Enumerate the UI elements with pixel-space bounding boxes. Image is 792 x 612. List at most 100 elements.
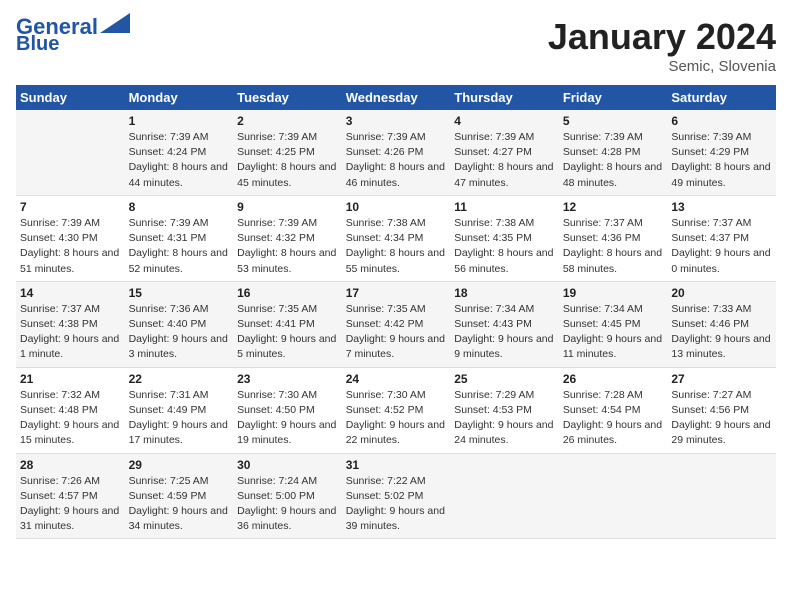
day-number: 31 [346,458,447,472]
day-number: 7 [20,200,121,214]
table-row: 5Sunrise: 7:39 AM Sunset: 4:28 PM Daylig… [559,110,668,195]
calendar-week-row: 7 Sunrise: 7:39 AM Sunset: 4:30 PM Daylig… [16,195,776,281]
day-number: 16 [237,286,338,300]
day-info: Sunrise: 7:34 AM Sunset: 4:43 PM Dayligh… [454,302,555,363]
table-row: 1 Sunrise: 7:39 AM Sunset: 4:24 PM Daylig… [125,110,234,195]
table-row: 28Sunrise: 7:26 AM Sunset: 4:57 PM Dayli… [16,453,125,539]
day-info: Sunrise: 7:39 AM Sunset: 4:32 PM Dayligh… [237,216,338,277]
day-info: Sunrise: 7:34 AM Sunset: 4:45 PM Dayligh… [563,302,664,363]
col-saturday: Saturday [667,85,776,110]
day-info: Sunrise: 7:32 AM Sunset: 4:48 PM Dayligh… [20,388,121,449]
logo-subtext: Blue [16,34,59,54]
table-row: 10Sunrise: 7:38 AM Sunset: 4:34 PM Dayli… [342,195,451,281]
day-number: 28 [20,458,121,472]
day-info: Sunrise: 7:25 AM Sunset: 4:59 PM Dayligh… [129,474,230,535]
table-row: 8 Sunrise: 7:39 AM Sunset: 4:31 PM Daylig… [125,195,234,281]
day-number: 20 [671,286,772,300]
table-row [667,453,776,539]
day-info: Sunrise: 7:37 AM Sunset: 4:38 PM Dayligh… [20,302,121,363]
col-tuesday: Tuesday [233,85,342,110]
day-info: Sunrise: 7:24 AM Sunset: 5:00 PM Dayligh… [237,474,338,535]
table-row: 23 Sunrise: 7:30 AM Sunset: 4:50 PM Dayli… [233,367,342,453]
month-title: January 2024 [548,16,776,58]
calendar-week-row: 14Sunrise: 7:37 AM Sunset: 4:38 PM Dayli… [16,281,776,367]
day-number: 22 [129,372,230,386]
day-info: Sunrise: 7:22 AM Sunset: 5:02 PM Dayligh… [346,474,447,535]
logo: General Blue [16,16,130,54]
day-number: 21 [20,372,121,386]
day-number: 8 [129,200,230,214]
day-number: 18 [454,286,555,300]
day-info: Sunrise: 7:39 AM Sunset: 4:26 PM Dayligh… [346,130,447,191]
day-number: 25 [454,372,555,386]
day-number: 19 [563,286,664,300]
table-row: 31 Sunrise: 7:22 AM Sunset: 5:02 PM Dayli… [342,453,451,539]
day-number: 1 [129,114,230,128]
day-number: 9 [237,200,338,214]
day-number: 23 [237,372,338,386]
table-row: 6 Sunrise: 7:39 AM Sunset: 4:29 PM Daylig… [667,110,776,195]
day-info: Sunrise: 7:31 AM Sunset: 4:49 PM Dayligh… [129,388,230,449]
day-number: 13 [671,200,772,214]
table-row: 19 Sunrise: 7:34 AM Sunset: 4:45 PM Dayli… [559,281,668,367]
day-number: 2 [237,114,338,128]
table-row: 29 Sunrise: 7:25 AM Sunset: 4:59 PM Dayli… [125,453,234,539]
table-row: 18 Sunrise: 7:34 AM Sunset: 4:43 PM Dayli… [450,281,559,367]
day-info: Sunrise: 7:39 AM Sunset: 4:30 PM Dayligh… [20,216,121,277]
day-info: Sunrise: 7:35 AM Sunset: 4:41 PM Dayligh… [237,302,338,363]
day-number: 3 [346,114,447,128]
day-number: 12 [563,200,664,214]
day-info: Sunrise: 7:38 AM Sunset: 4:35 PM Dayligh… [454,216,555,277]
day-number: 30 [237,458,338,472]
table-row [559,453,668,539]
day-info: Sunrise: 7:36 AM Sunset: 4:40 PM Dayligh… [129,302,230,363]
day-info: Sunrise: 7:38 AM Sunset: 4:34 PM Dayligh… [346,216,447,277]
day-info: Sunrise: 7:39 AM Sunset: 4:27 PM Dayligh… [454,130,555,191]
location-subtitle: Semic, Slovenia [548,58,776,75]
day-info: Sunrise: 7:39 AM Sunset: 4:24 PM Dayligh… [129,130,230,191]
day-number: 11 [454,200,555,214]
title-block: January 2024 Semic, Slovenia [548,16,776,75]
day-info: Sunrise: 7:39 AM Sunset: 4:31 PM Dayligh… [129,216,230,277]
day-info: Sunrise: 7:28 AM Sunset: 4:54 PM Dayligh… [563,388,664,449]
day-info: Sunrise: 7:37 AM Sunset: 4:36 PM Dayligh… [563,216,664,277]
day-info: Sunrise: 7:30 AM Sunset: 4:52 PM Dayligh… [346,388,447,449]
table-row: 11 Sunrise: 7:38 AM Sunset: 4:35 PM Dayli… [450,195,559,281]
table-row: 25 Sunrise: 7:29 AM Sunset: 4:53 PM Dayli… [450,367,559,453]
day-info: Sunrise: 7:39 AM Sunset: 4:25 PM Dayligh… [237,130,338,191]
table-row: 20 Sunrise: 7:33 AM Sunset: 4:46 PM Dayli… [667,281,776,367]
day-info: Sunrise: 7:33 AM Sunset: 4:46 PM Dayligh… [671,302,772,363]
col-friday: Friday [559,85,668,110]
table-row: 3 Sunrise: 7:39 AM Sunset: 4:26 PM Daylig… [342,110,451,195]
day-number: 15 [129,286,230,300]
table-row: 22 Sunrise: 7:31 AM Sunset: 4:49 PM Dayli… [125,367,234,453]
day-info: Sunrise: 7:27 AM Sunset: 4:56 PM Dayligh… [671,388,772,449]
day-info: Sunrise: 7:30 AM Sunset: 4:50 PM Dayligh… [237,388,338,449]
header: General Blue January 2024 Semic, Sloveni… [16,16,776,75]
table-row: 2 Sunrise: 7:39 AM Sunset: 4:25 PM Daylig… [233,110,342,195]
table-row [450,453,559,539]
table-row: 24 Sunrise: 7:30 AM Sunset: 4:52 PM Dayli… [342,367,451,453]
day-number: 5 [563,114,664,128]
day-info: Sunrise: 7:35 AM Sunset: 4:42 PM Dayligh… [346,302,447,363]
page: General Blue January 2024 Semic, Sloveni… [0,0,792,612]
day-info: Sunrise: 7:39 AM Sunset: 4:29 PM Dayligh… [671,130,772,191]
table-row: 14Sunrise: 7:37 AM Sunset: 4:38 PM Dayli… [16,281,125,367]
day-info: Sunrise: 7:37 AM Sunset: 4:37 PM Dayligh… [671,216,772,277]
table-row: 7 Sunrise: 7:39 AM Sunset: 4:30 PM Daylig… [16,195,125,281]
col-monday: Monday [125,85,234,110]
day-info: Sunrise: 7:29 AM Sunset: 4:53 PM Dayligh… [454,388,555,449]
table-row: 26Sunrise: 7:28 AM Sunset: 4:54 PM Dayli… [559,367,668,453]
day-number: 24 [346,372,447,386]
calendar-table: Sunday Monday Tuesday Wednesday Thursday… [16,85,776,539]
calendar-week-row: 1 Sunrise: 7:39 AM Sunset: 4:24 PM Daylig… [16,110,776,195]
calendar-week-row: 21 Sunrise: 7:32 AM Sunset: 4:48 PM Dayli… [16,367,776,453]
day-number: 29 [129,458,230,472]
table-row: 4Sunrise: 7:39 AM Sunset: 4:27 PM Daylig… [450,110,559,195]
table-row: 9 Sunrise: 7:39 AM Sunset: 4:32 PM Daylig… [233,195,342,281]
table-row [16,110,125,195]
day-number: 17 [346,286,447,300]
day-number: 6 [671,114,772,128]
table-row: 30 Sunrise: 7:24 AM Sunset: 5:00 PM Dayli… [233,453,342,539]
col-sunday: Sunday [16,85,125,110]
